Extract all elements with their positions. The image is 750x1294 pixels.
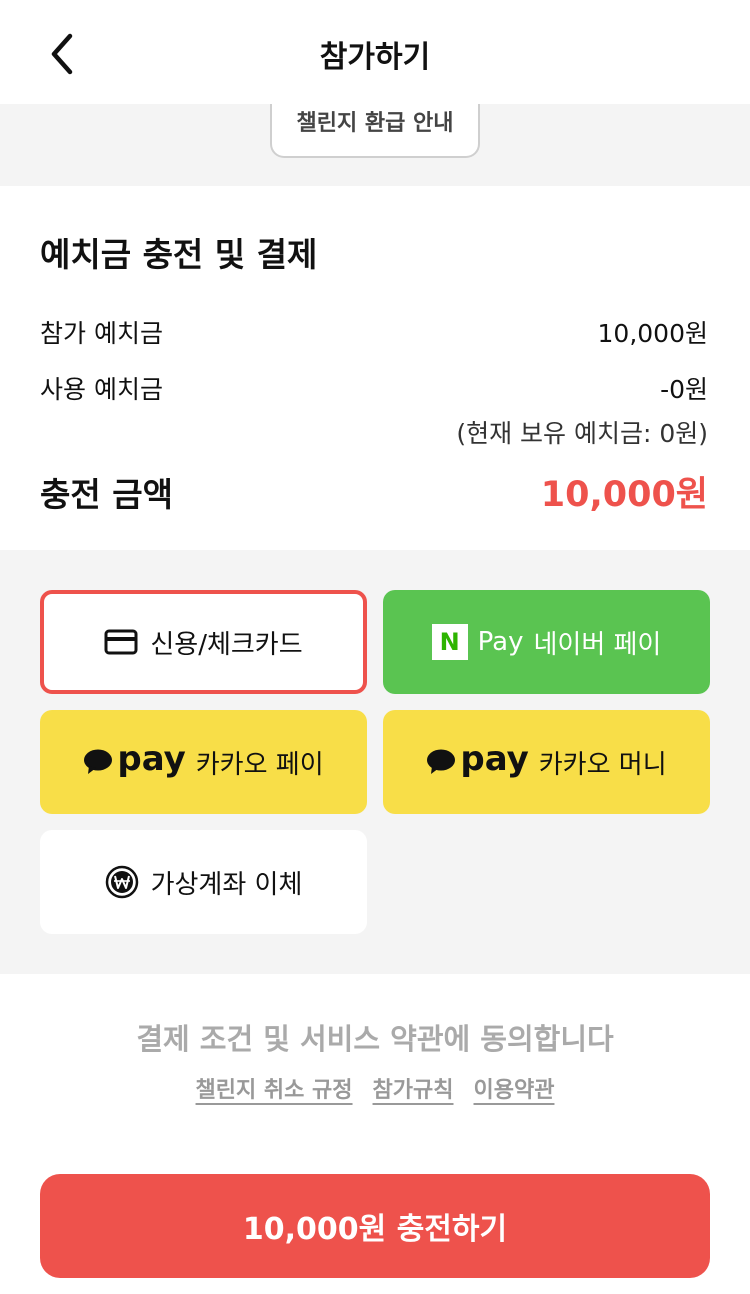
join-deposit-value: 10,000원 <box>597 319 708 348</box>
won-coin-icon <box>105 865 138 899</box>
join-deposit-label: 참가 예치금 <box>40 319 163 348</box>
refund-info-strip: 챌린지 환급 안내 <box>0 98 750 186</box>
kakao-money-option[interactable]: pay 카카오 머니 <box>383 710 710 814</box>
participation-rules-link[interactable]: 참가규칙 <box>373 1072 454 1104</box>
speech-bubble-icon <box>84 749 113 774</box>
page-title: 참가하기 <box>319 40 431 75</box>
charge-submit-button[interactable]: 10,000원 충전하기 <box>40 1174 710 1278</box>
current-balance-note: (현재 보유 예치금: 0원) <box>456 419 708 448</box>
credit-card-icon <box>104 629 138 655</box>
agreement-text: 결제 조건 및 서비스 약관에 동의합니다 <box>136 1022 614 1056</box>
kakao-money-logo: pay <box>426 739 529 779</box>
kakao-money-label: 카카오 머니 <box>538 749 667 780</box>
naver-pay-option[interactable]: N Pay 네이버 페이 <box>383 590 710 694</box>
naver-pay-word: Pay <box>477 627 524 657</box>
used-deposit-value: -0원 <box>660 375 708 404</box>
kakao-pay-option[interactable]: pay 카카오 페이 <box>40 710 367 814</box>
kakao-pay-label: 카카오 페이 <box>195 749 324 780</box>
top-bar: 참가하기 <box>0 0 750 104</box>
refund-info-button[interactable]: 챌린지 환급 안내 <box>270 98 480 158</box>
cancel-policy-link[interactable]: 챌린지 취소 규정 <box>196 1072 353 1104</box>
naver-logo-letter: N <box>439 628 460 656</box>
kakao-money-logo-text: pay <box>460 739 529 779</box>
kakao-pay-logo: pay <box>83 739 186 779</box>
join-page: 참가하기 챌린지 환급 안내 예치금 충전 및 결제 참가 예치금 10,000… <box>0 0 750 1294</box>
naver-pay-label: 네이버 페이 <box>533 629 662 660</box>
kakao-pay-logo-text: pay <box>117 739 186 779</box>
credit-card-label: 신용/체크카드 <box>150 629 303 660</box>
deposit-section: 예치금 충전 및 결제 참가 예치금 10,000원 사용 예치금 -0원 (현… <box>0 186 750 550</box>
speech-bubble-icon <box>427 749 456 774</box>
charge-amount-label: 충전 금액 <box>40 475 173 514</box>
deposit-section-title: 예치금 충전 및 결제 <box>40 235 318 274</box>
naver-logo-icon: N <box>431 624 468 660</box>
charge-amount-value: 10,000원 <box>540 475 708 515</box>
payment-methods: 신용/체크카드 N Pay 네이버 페이 pay 카카오 페이 pay 카카오 … <box>0 550 750 974</box>
virtual-account-label: 가상계좌 이체 <box>150 869 303 900</box>
used-deposit-label: 사용 예치금 <box>40 375 163 404</box>
terms-links: 챌린지 취소 규정 참가규칙 이용약관 <box>0 1072 750 1104</box>
virtual-account-option[interactable]: 가상계좌 이체 <box>40 830 367 934</box>
terms-of-use-link[interactable]: 이용약관 <box>474 1072 555 1104</box>
credit-card-option[interactable]: 신용/체크카드 <box>40 590 367 694</box>
